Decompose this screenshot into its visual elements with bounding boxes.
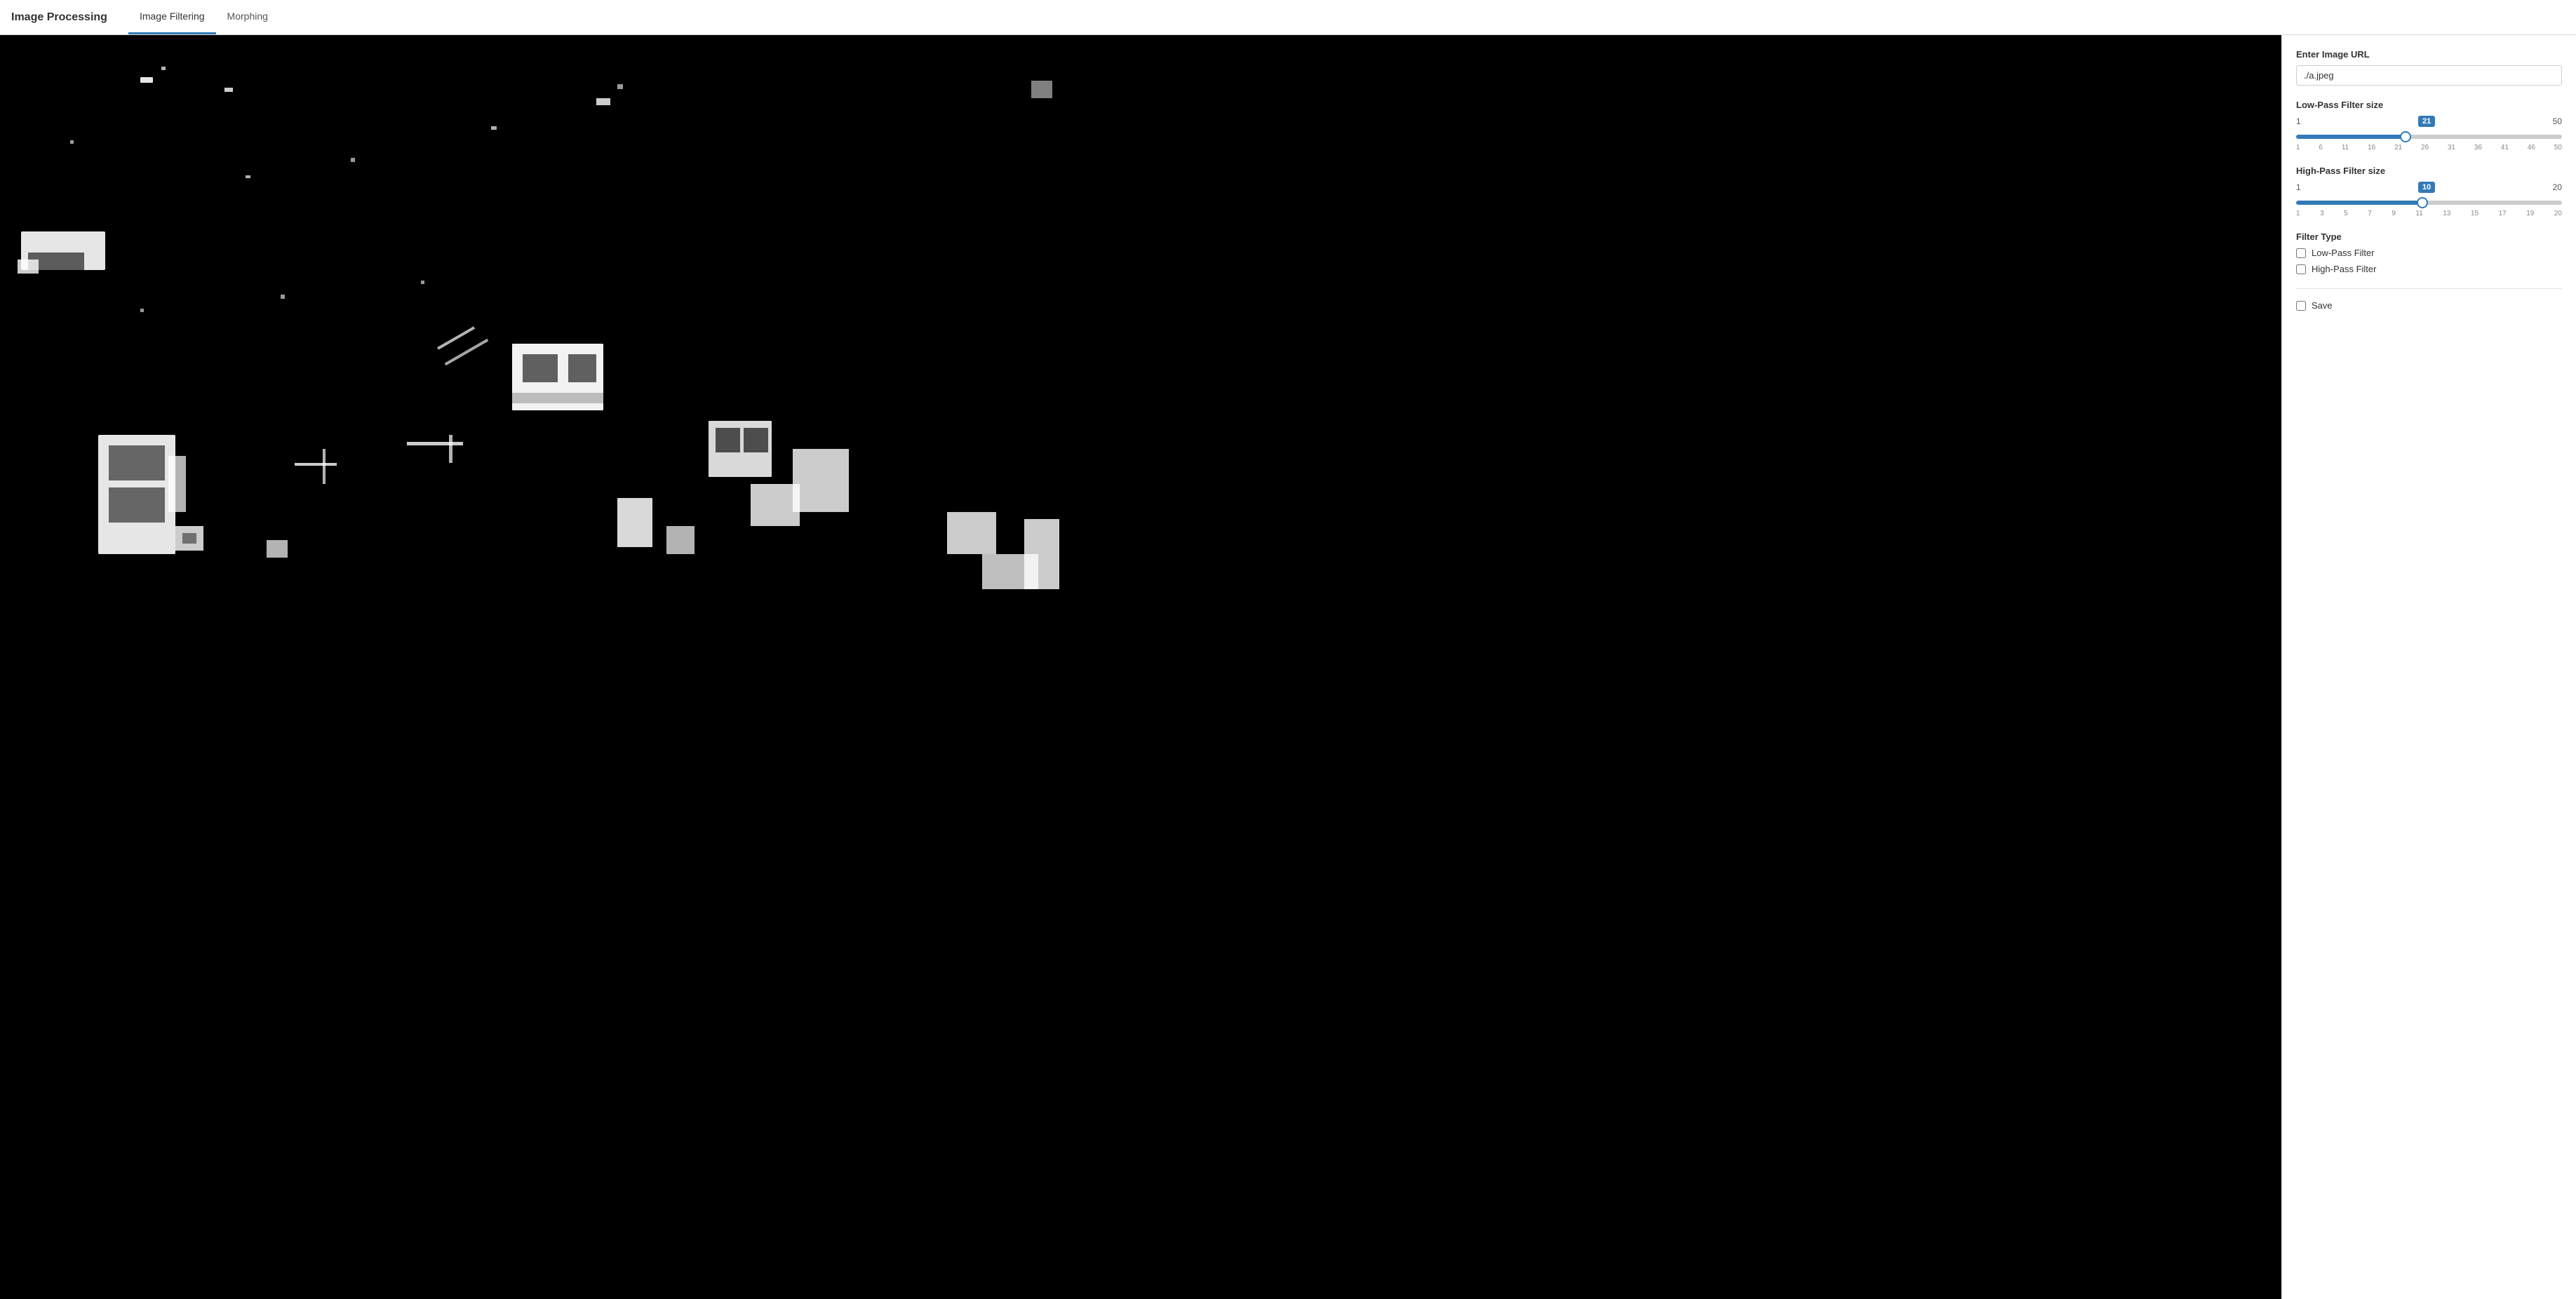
divider — [2296, 288, 2562, 289]
url-section: Enter Image URL — [2296, 49, 2562, 86]
control-panel: Enter Image URL Low-Pass Filter size 1 2… — [2281, 35, 2576, 1299]
high-pass-filter-row: High-Pass Filter — [2296, 264, 2562, 274]
low-pass-slider[interactable] — [2296, 135, 2562, 139]
low-pass-slider-row: 1 21 50 — [2296, 116, 2562, 127]
nav-tabs: Image Filtering Morphing — [128, 0, 279, 34]
app-title: Image Processing — [11, 11, 107, 24]
tab-image-filtering[interactable]: Image Filtering — [128, 0, 216, 34]
save-label[interactable]: Save — [2312, 300, 2333, 311]
low-pass-slider-container — [2296, 130, 2562, 141]
low-pass-section: Low-Pass Filter size 1 21 50 1 6 11 16 2… — [2296, 100, 2562, 152]
low-pass-badge: 21 — [2418, 116, 2435, 127]
high-pass-filter-checkbox-label[interactable]: High-Pass Filter — [2312, 264, 2376, 274]
high-pass-slider-container — [2296, 196, 2562, 207]
low-pass-ticks: 1 6 11 16 21 26 31 36 41 46 50 — [2296, 144, 2562, 152]
low-pass-filter-checkbox-label[interactable]: Low-Pass Filter — [2312, 248, 2375, 258]
high-pass-badge: 10 — [2418, 182, 2435, 193]
low-pass-filter-row: Low-Pass Filter — [2296, 248, 2562, 258]
filter-type-label: Filter Type — [2296, 231, 2562, 242]
filter-type-section: Filter Type Low-Pass Filter High-Pass Fi… — [2296, 231, 2562, 274]
high-pass-section: High-Pass Filter size 1 10 20 1 3 5 7 9 … — [2296, 166, 2562, 217]
main-content: Enter Image URL Low-Pass Filter size 1 2… — [0, 35, 2576, 1299]
high-pass-ticks: 1 3 5 7 9 11 13 15 17 19 20 — [2296, 210, 2562, 217]
navbar: Image Processing Image Filtering Morphin… — [0, 0, 2576, 35]
low-pass-filter-checkbox[interactable] — [2296, 248, 2306, 258]
url-label: Enter Image URL — [2296, 49, 2562, 60]
high-pass-filter-checkbox[interactable] — [2296, 264, 2306, 274]
high-pass-slider[interactable] — [2296, 201, 2562, 205]
high-pass-max: 20 — [2553, 182, 2562, 192]
image-area — [0, 35, 2576, 1299]
tab-morphing[interactable]: Morphing — [216, 0, 279, 34]
low-pass-min: 1 — [2296, 116, 2301, 126]
save-checkbox[interactable] — [2296, 301, 2306, 311]
high-pass-min: 1 — [2296, 182, 2301, 192]
high-pass-slider-row: 1 10 20 — [2296, 182, 2562, 193]
low-pass-label: Low-Pass Filter size — [2296, 100, 2562, 110]
save-row: Save — [2296, 300, 2562, 311]
high-pass-label: High-Pass Filter size — [2296, 166, 2562, 176]
url-input[interactable] — [2296, 65, 2562, 86]
low-pass-max: 50 — [2553, 116, 2562, 126]
